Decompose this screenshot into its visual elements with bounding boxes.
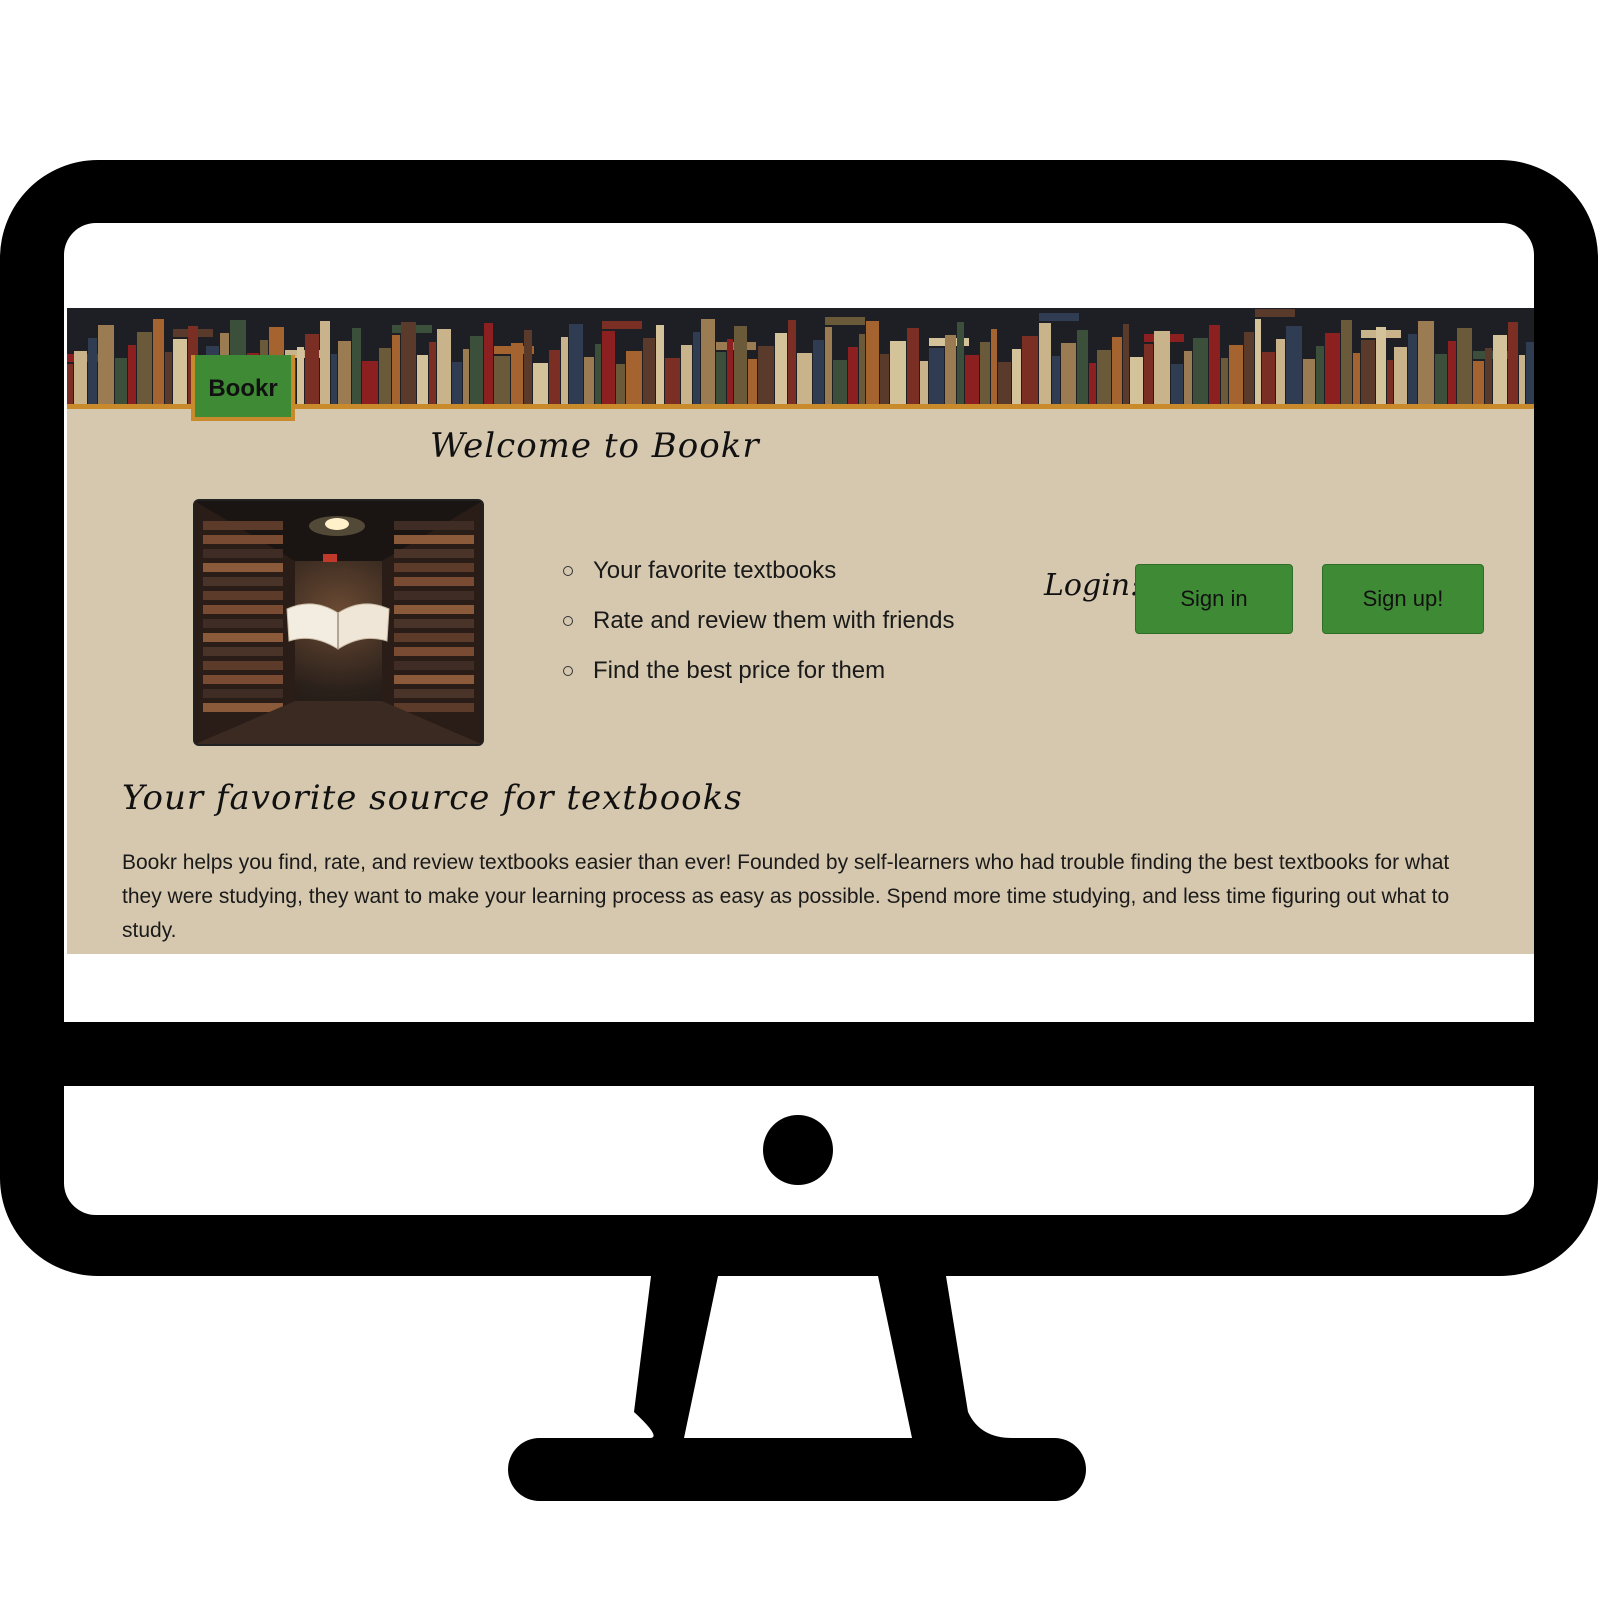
feature-list: Your favorite textbooks Rate and review …: [563, 546, 955, 696]
sign-in-button[interactable]: Sign in: [1135, 564, 1293, 634]
welcome-heading: Welcome to Bookr: [430, 426, 760, 466]
web-page: Bookr Welcome to Bookr Your favorite tex…: [67, 308, 1534, 954]
feature-text: Find the best price for them: [593, 657, 886, 684]
login-label: Login:: [1044, 568, 1141, 603]
bullet-icon: [563, 616, 573, 626]
bullet-icon: [563, 566, 573, 576]
section-title: Your favorite source for textbooks: [122, 778, 743, 818]
brand-logo-tab[interactable]: Bookr: [191, 355, 295, 421]
list-item: Your favorite textbooks: [563, 546, 955, 596]
feature-text: Rate and review them with friends: [593, 607, 955, 634]
library-photo: [193, 499, 484, 746]
about-description: Bookr helps you find, rate, and review t…: [122, 851, 1450, 942]
list-item: Find the best price for them: [563, 646, 955, 696]
list-item: Rate and review them with friends: [563, 596, 955, 646]
feature-text: Your favorite textbooks: [593, 557, 837, 584]
sign-up-button[interactable]: Sign up!: [1322, 564, 1484, 634]
bullet-icon: [563, 666, 573, 676]
